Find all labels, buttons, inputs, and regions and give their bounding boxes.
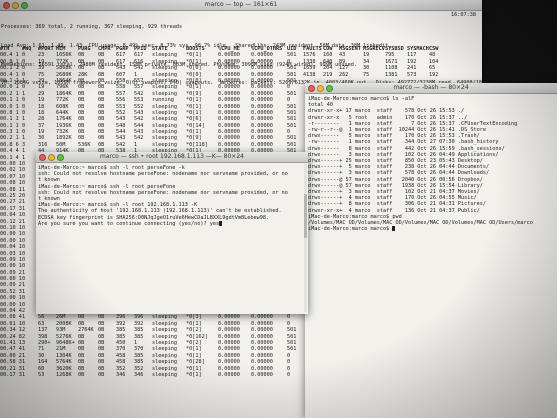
table-cell: sleeping bbox=[152, 371, 177, 378]
window-controls bbox=[308, 85, 333, 92]
ssh-output[interactable]: iMac-de-Marco:~ marco$ ssh -l root perse… bbox=[38, 165, 306, 227]
ls-terminal-window[interactable]: marco — -bash — 80×24 iMac-de-Marco:marc… bbox=[305, 83, 557, 418]
terminal-line: The authenticity of host '192.168.1.113 … bbox=[38, 208, 282, 215]
clock: 16:07:38 bbox=[451, 12, 476, 18]
table-cell: *0[1] bbox=[186, 371, 202, 378]
close-button[interactable] bbox=[3, 2, 10, 9]
close-button[interactable] bbox=[308, 85, 315, 92]
terminal-line: ssh: Could not resolve hostname perseFon… bbox=[38, 171, 288, 178]
ls-titlebar[interactable]: marco — -bash — 80×24 bbox=[305, 83, 557, 94]
window-controls bbox=[3, 2, 28, 9]
minimize-button[interactable] bbox=[48, 154, 55, 161]
zoom-button[interactable] bbox=[21, 2, 28, 9]
zoom-button[interactable] bbox=[326, 85, 333, 92]
zoom-button[interactable] bbox=[57, 154, 64, 161]
table-cell: 346 bbox=[116, 371, 126, 378]
ssh-scrollbar[interactable] bbox=[304, 164, 307, 312]
table-cell: 0B bbox=[78, 371, 85, 378]
top-titlebar[interactable]: marco — top — 161×61 bbox=[0, 0, 482, 11]
window-controls bbox=[39, 154, 64, 161]
terminal-line: ECDSA key fingerprint is SHA256:D0NJqJge… bbox=[38, 214, 270, 221]
window-title: marco — top — 161×61 bbox=[204, 1, 278, 8]
ssh-titlebar[interactable]: marco — ssh • root 192.168.1.113 —K— 80×… bbox=[36, 152, 308, 163]
table-cell: 1268K bbox=[56, 371, 72, 378]
ls-output[interactable]: iMac-de-Marco:marco marco$ ls -alF total … bbox=[308, 96, 555, 232]
table-cell: 00.17 3 bbox=[0, 371, 22, 378]
table-cell: 1 bbox=[22, 371, 26, 378]
minimize-button[interactable] bbox=[317, 85, 324, 92]
table-cell: 0 bbox=[287, 371, 291, 378]
text-cursor bbox=[392, 226, 396, 232]
table-cell: 0.00000 bbox=[218, 371, 240, 378]
close-button[interactable] bbox=[39, 154, 46, 161]
table-cell: 0B bbox=[98, 371, 105, 378]
terminal-line: Are you sure you want to continue connec… bbox=[38, 220, 306, 227]
text-cursor bbox=[219, 220, 223, 226]
window-title: marco — ssh • root 192.168.1.113 —K— 80×… bbox=[100, 153, 244, 160]
terminal-line: ssh: Could not resolve hostname perseFon… bbox=[38, 189, 288, 196]
table-cell: 0.00000 bbox=[251, 371, 273, 378]
window-title: marco — -bash — 80×24 bbox=[393, 84, 469, 91]
terminal-line: iMac-de-Marco:marco marco$ bbox=[308, 226, 555, 232]
table-cell: 346 bbox=[134, 371, 144, 378]
summary-line: Processes: 369 total, 2 running, 367 sle… bbox=[1, 24, 183, 31]
ssh-terminal-window[interactable]: marco — ssh • root 192.168.1.113 —K— 80×… bbox=[36, 152, 308, 314]
scroll-thumb[interactable] bbox=[304, 193, 307, 238]
minimize-button[interactable] bbox=[12, 2, 19, 9]
table-cell: 53 bbox=[38, 371, 45, 378]
